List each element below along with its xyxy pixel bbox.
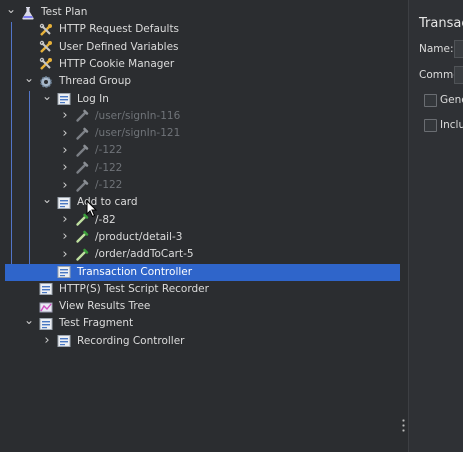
generate-parent-sample-checkbox[interactable] — [424, 94, 437, 107]
tree-node-label: Recording Controller — [77, 334, 185, 347]
name-input[interactable] — [454, 40, 463, 58]
gear-icon — [39, 75, 53, 89]
tree-node-label: View Results Tree — [59, 300, 151, 313]
wrench-icon — [39, 57, 53, 71]
chevron-down-icon[interactable]: ⌄ — [24, 313, 34, 327]
controller-icon — [57, 265, 71, 279]
mouse-cursor-icon — [86, 200, 98, 218]
tree-node-label: /product/detail-3 — [95, 230, 183, 243]
pipette-icon — [75, 230, 89, 244]
pipette-icon — [75, 248, 89, 262]
name-label: Name: — [419, 43, 454, 55]
tree-node[interactable]: ⌄ Log In — [0, 89, 400, 108]
test-plan-tree[interactable]: ⌄ Test Plan HTTP Request Defaults User Defi… — [0, 0, 400, 452]
tree-node-label: HTTP(S) Test Script Recorder — [59, 282, 209, 295]
chevron-right-icon[interactable]: › — [60, 143, 70, 158]
controller-icon — [39, 282, 53, 296]
tree-node[interactable]: HTTP Request Defaults — [0, 21, 400, 38]
pipette-icon — [75, 127, 89, 141]
generate-parent-sample-label: Gene — [440, 94, 463, 106]
pane-splitter[interactable] — [400, 0, 408, 452]
tree-node-label: /user/signIn-116 — [95, 109, 181, 122]
tree-node-label: Thread Group — [59, 75, 132, 88]
tree-node[interactable]: HTTP Cookie Manager — [0, 56, 400, 73]
splitter-grip-icon[interactable] — [402, 418, 405, 432]
chevron-right-icon[interactable]: › — [60, 126, 70, 141]
chevron-right-icon[interactable]: › — [60, 229, 70, 244]
tree-node[interactable]: › /-122 — [0, 142, 400, 159]
tree-node-label: /-82 — [95, 213, 116, 226]
tree-node[interactable]: › /user/signIn-121 — [0, 125, 400, 142]
controller-icon — [57, 334, 71, 348]
tree-node[interactable]: ⌄ Thread Group — [0, 71, 400, 90]
chevron-down-icon[interactable]: ⌄ — [24, 71, 34, 85]
tree-node-label: /-122 — [95, 144, 123, 157]
tree-node-label: HTTP Cookie Manager — [59, 57, 175, 70]
chevron-right-icon[interactable]: › — [60, 160, 70, 175]
tree-node[interactable]: ⌄ Test Plan — [0, 2, 400, 21]
tree-node-label: /order/addToCart-5 — [95, 248, 194, 261]
chevron-right-icon[interactable]: › — [60, 212, 70, 227]
chevron-down-icon[interactable]: ⌄ — [42, 192, 52, 206]
pipette-icon — [75, 179, 89, 193]
controller-icon — [57, 196, 71, 210]
tree-node[interactable]: › Recording Controller — [0, 333, 400, 350]
wrench-icon — [39, 23, 53, 37]
pipette-icon — [75, 144, 89, 158]
tree-node-label: Log In — [77, 92, 109, 105]
tree-node[interactable]: › /order/addToCart-5 — [0, 246, 400, 263]
tree-node[interactable]: User Defined Variables — [0, 39, 400, 56]
chevron-right-icon[interactable]: › — [42, 333, 52, 348]
include-timers-checkbox[interactable] — [424, 119, 437, 132]
tree-node-label: Test Plan — [41, 6, 88, 18]
chart-icon — [39, 300, 53, 314]
tree-node-label: /-122 — [95, 161, 123, 174]
tree-node-label: Test Fragment — [59, 317, 134, 330]
chevron-right-icon[interactable]: › — [60, 178, 70, 193]
tree-node-label: /-122 — [95, 179, 123, 191]
tree-node[interactable]: Transaction Controller — [5, 263, 400, 281]
flask-icon — [21, 6, 35, 20]
chevron-right-icon[interactable]: › — [60, 108, 70, 123]
controller-icon — [39, 317, 53, 331]
tree-node[interactable]: HTTP(S) Test Script Recorder — [0, 281, 400, 298]
comments-input[interactable] — [454, 66, 463, 84]
controller-icon — [57, 92, 71, 106]
tree-node-label: /user/signIn-121 — [95, 127, 181, 140]
tree-node-label: User Defined Variables — [59, 40, 179, 53]
chevron-down-icon[interactable]: ⌄ — [6, 2, 16, 16]
tree-node[interactable]: › /-122 — [0, 177, 400, 194]
pipette-icon — [75, 109, 89, 123]
tree-node-label: HTTP Request Defaults — [59, 23, 180, 36]
properties-panel: Transac Name: Comment Gene Inclu — [408, 0, 463, 452]
tree-node[interactable]: › /-82 — [0, 212, 400, 229]
tree-node[interactable]: › /-122 — [0, 160, 400, 177]
tree-node[interactable]: › /user/signIn-116 — [0, 108, 400, 125]
pipette-icon — [75, 161, 89, 175]
panel-title: Transac — [419, 16, 463, 31]
tree-node[interactable]: ⌄ Test Fragment — [0, 313, 400, 332]
include-timers-label: Inclu — [440, 119, 463, 131]
tree-node[interactable]: › /product/detail-3 — [0, 229, 400, 246]
wrench-icon — [39, 40, 53, 54]
chevron-right-icon[interactable]: › — [60, 247, 70, 262]
tree-node[interactable]: View Results Tree — [0, 298, 400, 315]
tree-node-label: Transaction Controller — [77, 265, 193, 278]
tree-node[interactable]: ⌄ Add to card — [0, 192, 400, 211]
chevron-down-icon[interactable]: ⌄ — [42, 89, 52, 103]
